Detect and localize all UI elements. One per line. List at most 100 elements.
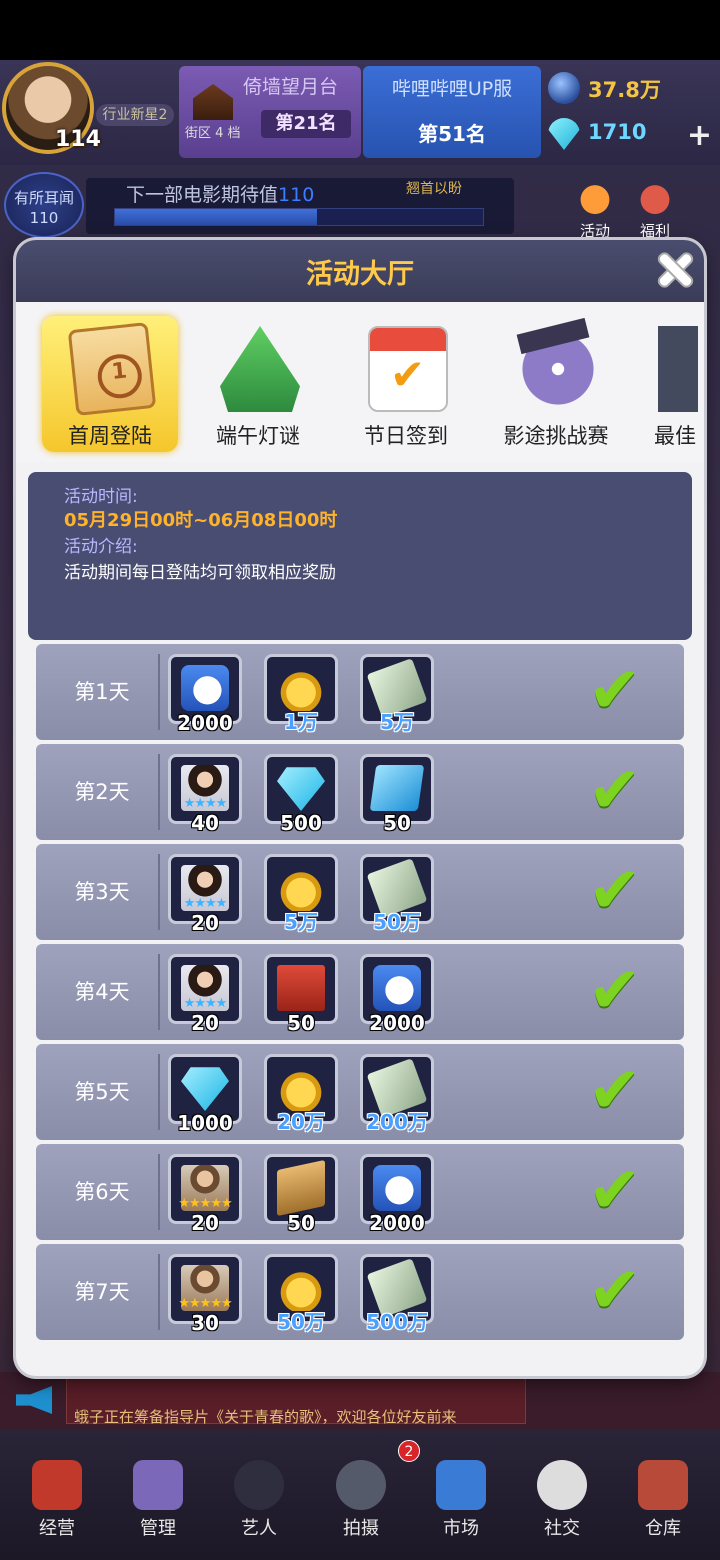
time-label: 活动时间: — [64, 487, 138, 507]
activity-shortcut[interactable]: 活动 — [565, 180, 625, 240]
day-label: 第6天 — [74, 1180, 130, 1204]
reward-quantity: 50万 — [277, 1310, 325, 1334]
welfare-shortcut[interactable]: 福利 — [625, 180, 685, 240]
reward-item[interactable]: 2000 — [168, 654, 242, 735]
reward-item[interactable]: 500万 — [360, 1254, 434, 1334]
reward-row: 第5天 1000 20万 200万 ✔ — [36, 1044, 684, 1140]
reward-item[interactable]: 50万 — [264, 1254, 338, 1334]
like-icon — [181, 665, 229, 711]
diamond-icon — [548, 118, 580, 150]
star-rating: ★★★★ — [183, 996, 228, 1011]
diamond-value: 1710 — [588, 120, 647, 144]
tab-label: 最佳 — [654, 424, 696, 448]
district-name: 倚墙望月台 — [243, 76, 339, 98]
reward-quantity: 50万 — [373, 910, 421, 934]
tab-first-week-login[interactable]: 首周登陆 — [42, 316, 178, 452]
tab-best[interactable]: 最佳 — [638, 316, 704, 452]
reward-item[interactable]: 5万 — [360, 654, 434, 734]
like-icon — [373, 965, 421, 1011]
star-rating: ★★★★★ — [178, 1296, 232, 1311]
reward-item[interactable]: 50 — [360, 754, 434, 835]
claimed-check-icon: ✔ — [588, 1254, 642, 1328]
expectation-hint: 翘首以盼 — [406, 181, 462, 197]
tab-dragon-boat-riddle[interactable]: 端午灯谜 — [190, 316, 326, 452]
building-icon — [193, 84, 233, 120]
nav-manage[interactable]: 管理 — [113, 1440, 203, 1550]
reward-item[interactable]: 500 — [264, 754, 338, 835]
reward-quantity: 20万 — [277, 1110, 325, 1134]
reward-item[interactable]: 50 — [264, 1154, 338, 1235]
tab-holiday-checkin[interactable]: 节日签到 — [338, 316, 474, 452]
add-diamond-button[interactable]: + — [687, 118, 712, 153]
claimed-check-icon: ✔ — [588, 654, 642, 728]
gold-resource: 37.8万 — [548, 70, 710, 106]
close-button[interactable] — [653, 248, 697, 292]
day-label: 第4天 — [74, 980, 130, 1004]
nav-shoot[interactable]: 拍摄 — [316, 1440, 406, 1550]
reward-row: 第7天 ★★★★★ 30 50万 500万 ✔ — [36, 1244, 684, 1340]
reward-item[interactable]: ★★★★ 20 — [168, 854, 242, 935]
time-value: 05月29日00时~06月08日00时 — [64, 510, 338, 531]
reward-item[interactable]: 1000 — [168, 1054, 242, 1135]
coin-icon — [277, 665, 325, 711]
reward-item[interactable]: 5万 — [264, 854, 338, 934]
day-label: 第5天 — [74, 1080, 130, 1104]
row-divider — [158, 754, 160, 830]
diamond-icon — [181, 1067, 229, 1111]
clapperboard-icon — [658, 326, 698, 412]
reward-item[interactable]: ★★★★★ 20 — [168, 1154, 242, 1235]
popcorn-icon — [32, 1460, 82, 1510]
nav-social[interactable]: 社交 — [517, 1440, 607, 1550]
row-divider — [158, 654, 160, 730]
like-icon — [373, 1165, 421, 1211]
nav-warehouse[interactable]: 仓库 — [618, 1440, 708, 1550]
dialog-title: 活动大厅 — [306, 259, 414, 290]
expectation-value: 110 — [278, 184, 315, 206]
reward-row: 第6天 ★★★★★ 20 50 2000 ✔ — [36, 1144, 684, 1240]
reward-quantity: 40 — [191, 811, 219, 835]
reward-item[interactable]: 1万 — [264, 654, 338, 734]
coin-icon — [277, 1065, 325, 1111]
top-shortcuts: 活动 福利 — [565, 180, 685, 240]
reward-item[interactable]: ★★★★ 20 — [168, 954, 242, 1035]
district-rank-card[interactable]: 倚墙望月台 街区 4 档 第21名 — [179, 66, 361, 158]
reward-row: 第1天 2000 1万 5万 ✔ — [36, 644, 684, 740]
reward-item[interactable]: 50 — [264, 954, 338, 1035]
claimed-check-icon: ✔ — [588, 754, 642, 828]
reward-quantity: 30 — [191, 1311, 219, 1335]
zongzi-icon — [220, 326, 300, 412]
reward-item[interactable]: ★★★★★ 30 — [168, 1254, 242, 1335]
reward-item[interactable]: 200万 — [360, 1054, 434, 1134]
coffee-icon — [537, 1460, 587, 1510]
reward-item[interactable]: 50万 — [360, 854, 434, 934]
reward-row: 第4天 ★★★★ 20 50 2000 ✔ — [36, 944, 684, 1040]
title-badge: 行业新星2 — [96, 104, 174, 126]
film-reel-icon — [518, 326, 598, 412]
reward-item[interactable]: 20万 — [264, 1054, 338, 1134]
tab-film-challenge[interactable]: 影途挑战赛 — [488, 316, 624, 452]
reward-item[interactable]: ★★★★ 40 — [168, 754, 242, 835]
reward-quantity: 200万 — [366, 1110, 428, 1134]
diamond-resource: 1710 — [548, 116, 710, 152]
dialog-header: 活动大厅 — [16, 240, 704, 302]
reward-item[interactable]: 2000 — [360, 954, 434, 1035]
diamond-icon — [277, 767, 325, 811]
expectation-bar-fill — [115, 209, 318, 225]
nav-artist[interactable]: 艺人 — [214, 1440, 304, 1550]
market-icon — [436, 1460, 486, 1510]
row-divider — [158, 1054, 160, 1130]
row-divider — [158, 854, 160, 930]
claimed-check-icon: ✔ — [588, 854, 642, 928]
day-label: 第7天 — [74, 1280, 130, 1304]
rumor-label: 有所耳闻 — [13, 189, 74, 207]
artist-icon — [234, 1460, 284, 1510]
reward-item[interactable]: 2000 — [360, 1154, 434, 1235]
server-rank-card[interactable]: 哔哩哔哩UP服 第51名 — [363, 66, 541, 158]
star-rating: ★★★★ — [183, 896, 228, 911]
nav-business[interactable]: 经营 — [12, 1440, 102, 1550]
ticker-text-layer: 蛾子正在筹备指导片《关于青春的歌》，欢迎各位好友前来 — [0, 1372, 720, 1430]
rumor-badge[interactable]: 有所耳闻 110 — [4, 172, 84, 238]
nav-market[interactable]: 市场 — [416, 1440, 506, 1550]
ticker-message: 蛾子正在筹备指导片《关于青春的歌》，欢迎各位好友前来 — [74, 1408, 457, 1426]
activity-hall-dialog: 活动大厅 首周登陆 端午灯谜 节日签到 影途挑战赛 最佳 活动时间: 05月29… — [16, 240, 704, 1376]
